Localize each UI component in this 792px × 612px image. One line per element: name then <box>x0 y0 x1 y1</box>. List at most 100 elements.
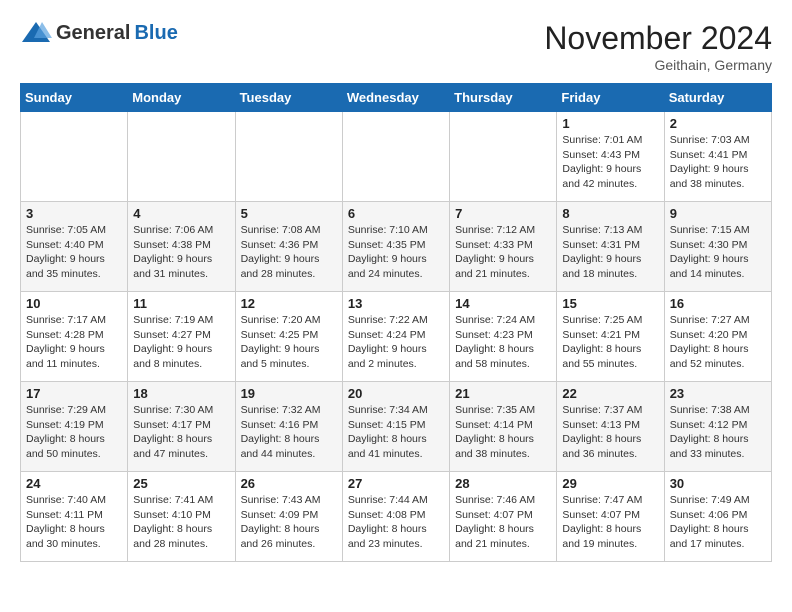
col-thursday: Thursday <box>450 84 557 112</box>
day-number: 11 <box>133 296 229 311</box>
logo-icon <box>20 20 52 46</box>
calendar-cell: 3 Sunrise: 7:05 AM Sunset: 4:40 PM Daylig… <box>21 202 128 292</box>
day-info: Sunrise: 7:29 AM Sunset: 4:19 PM Dayligh… <box>26 403 122 462</box>
calendar-cell: 13 Sunrise: 7:22 AM Sunset: 4:24 PM Dayli… <box>342 292 449 382</box>
day-info: Sunrise: 7:34 AM Sunset: 4:15 PM Dayligh… <box>348 403 444 462</box>
day-number: 9 <box>670 206 766 221</box>
day-number: 18 <box>133 386 229 401</box>
day-number: 5 <box>241 206 337 221</box>
day-info: Sunrise: 7:44 AM Sunset: 4:08 PM Dayligh… <box>348 493 444 552</box>
calendar-cell: 7 Sunrise: 7:12 AM Sunset: 4:33 PM Daylig… <box>450 202 557 292</box>
day-number: 14 <box>455 296 551 311</box>
day-number: 1 <box>562 116 658 131</box>
calendar-cell: 30Sunrise: 7:49 AM Sunset: 4:06 PM Dayli… <box>664 472 771 562</box>
day-info: Sunrise: 7:24 AM Sunset: 4:23 PM Dayligh… <box>455 313 551 372</box>
day-number: 28 <box>455 476 551 491</box>
day-info: Sunrise: 7:08 AM Sunset: 4:36 PM Dayligh… <box>241 223 337 282</box>
calendar-cell: 5 Sunrise: 7:08 AM Sunset: 4:36 PM Daylig… <box>235 202 342 292</box>
calendar-cell: 25Sunrise: 7:41 AM Sunset: 4:10 PM Dayli… <box>128 472 235 562</box>
week-row-3: 10Sunrise: 7:17 AM Sunset: 4:28 PM Dayli… <box>21 292 772 382</box>
calendar-cell: 14 Sunrise: 7:24 AM Sunset: 4:23 PM Dayli… <box>450 292 557 382</box>
calendar-cell: 28 Sunrise: 7:46 AM Sunset: 4:07 PM Dayli… <box>450 472 557 562</box>
day-number: 7 <box>455 206 551 221</box>
day-number: 3 <box>26 206 122 221</box>
col-tuesday: Tuesday <box>235 84 342 112</box>
calendar-cell: 15 Sunrise: 7:25 AM Sunset: 4:21 PM Dayli… <box>557 292 664 382</box>
calendar-cell: 22Sunrise: 7:37 AM Sunset: 4:13 PM Dayli… <box>557 382 664 472</box>
day-number: 23 <box>670 386 766 401</box>
col-wednesday: Wednesday <box>342 84 449 112</box>
day-info: Sunrise: 7:47 AM Sunset: 4:07 PM Dayligh… <box>562 493 658 552</box>
day-info: Sunrise: 7:01 AM Sunset: 4:43 PM Dayligh… <box>562 133 658 192</box>
week-row-5: 24 Sunrise: 7:40 AM Sunset: 4:11 PM Dayli… <box>21 472 772 562</box>
calendar-header-row: Sunday Monday Tuesday Wednesday Thursday… <box>21 84 772 112</box>
day-number: 24 <box>26 476 122 491</box>
calendar-cell <box>128 112 235 202</box>
calendar-cell: 16Sunrise: 7:27 AM Sunset: 4:20 PM Dayli… <box>664 292 771 382</box>
day-info: Sunrise: 7:27 AM Sunset: 4:20 PM Dayligh… <box>670 313 766 372</box>
title-block: November 2024 Geithain, Germany <box>544 20 772 73</box>
calendar-cell: 17 Sunrise: 7:29 AM Sunset: 4:19 PM Dayli… <box>21 382 128 472</box>
day-info: Sunrise: 7:49 AM Sunset: 4:06 PM Dayligh… <box>670 493 766 552</box>
day-number: 15 <box>562 296 658 311</box>
day-info: Sunrise: 7:22 AM Sunset: 4:24 PM Dayligh… <box>348 313 444 372</box>
calendar-cell: 1 Sunrise: 7:01 AM Sunset: 4:43 PM Daylig… <box>557 112 664 202</box>
week-row-2: 3 Sunrise: 7:05 AM Sunset: 4:40 PM Daylig… <box>21 202 772 292</box>
week-row-1: 1 Sunrise: 7:01 AM Sunset: 4:43 PM Daylig… <box>21 112 772 202</box>
day-number: 26 <box>241 476 337 491</box>
day-info: Sunrise: 7:06 AM Sunset: 4:38 PM Dayligh… <box>133 223 229 282</box>
calendar-cell <box>342 112 449 202</box>
calendar-cell: 9Sunrise: 7:15 AM Sunset: 4:30 PM Daylig… <box>664 202 771 292</box>
day-info: Sunrise: 7:12 AM Sunset: 4:33 PM Dayligh… <box>455 223 551 282</box>
calendar-cell: 6 Sunrise: 7:10 AM Sunset: 4:35 PM Daylig… <box>342 202 449 292</box>
day-info: Sunrise: 7:37 AM Sunset: 4:13 PM Dayligh… <box>562 403 658 462</box>
day-info: Sunrise: 7:03 AM Sunset: 4:41 PM Dayligh… <box>670 133 766 192</box>
day-number: 20 <box>348 386 444 401</box>
calendar-cell <box>21 112 128 202</box>
calendar-cell <box>235 112 342 202</box>
logo-text-general: General <box>56 22 130 45</box>
day-info: Sunrise: 7:46 AM Sunset: 4:07 PM Dayligh… <box>455 493 551 552</box>
col-friday: Friday <box>557 84 664 112</box>
day-info: Sunrise: 7:40 AM Sunset: 4:11 PM Dayligh… <box>26 493 122 552</box>
day-number: 13 <box>348 296 444 311</box>
day-number: 4 <box>133 206 229 221</box>
day-info: Sunrise: 7:30 AM Sunset: 4:17 PM Dayligh… <box>133 403 229 462</box>
logo: GeneralBlue <box>20 20 178 46</box>
day-info: Sunrise: 7:05 AM Sunset: 4:40 PM Dayligh… <box>26 223 122 282</box>
day-number: 29 <box>562 476 658 491</box>
calendar-cell: 24 Sunrise: 7:40 AM Sunset: 4:11 PM Dayli… <box>21 472 128 562</box>
calendar-cell: 18 Sunrise: 7:30 AM Sunset: 4:17 PM Dayli… <box>128 382 235 472</box>
day-number: 19 <box>241 386 337 401</box>
day-number: 8 <box>562 206 658 221</box>
calendar-cell: 19Sunrise: 7:32 AM Sunset: 4:16 PM Dayli… <box>235 382 342 472</box>
day-number: 10 <box>26 296 122 311</box>
calendar-table: Sunday Monday Tuesday Wednesday Thursday… <box>20 83 772 562</box>
calendar-cell: 21Sunrise: 7:35 AM Sunset: 4:14 PM Dayli… <box>450 382 557 472</box>
calendar-cell: 8 Sunrise: 7:13 AM Sunset: 4:31 PM Daylig… <box>557 202 664 292</box>
day-info: Sunrise: 7:19 AM Sunset: 4:27 PM Dayligh… <box>133 313 229 372</box>
calendar-cell: 29 Sunrise: 7:47 AM Sunset: 4:07 PM Dayli… <box>557 472 664 562</box>
calendar-cell: 20 Sunrise: 7:34 AM Sunset: 4:15 PM Dayli… <box>342 382 449 472</box>
day-info: Sunrise: 7:13 AM Sunset: 4:31 PM Dayligh… <box>562 223 658 282</box>
day-number: 17 <box>26 386 122 401</box>
page-header: GeneralBlue November 2024 Geithain, Germ… <box>20 20 772 73</box>
location: Geithain, Germany <box>544 57 772 73</box>
col-saturday: Saturday <box>664 84 771 112</box>
calendar-cell: 12Sunrise: 7:20 AM Sunset: 4:25 PM Dayli… <box>235 292 342 382</box>
col-sunday: Sunday <box>21 84 128 112</box>
day-number: 25 <box>133 476 229 491</box>
calendar-cell: 4 Sunrise: 7:06 AM Sunset: 4:38 PM Daylig… <box>128 202 235 292</box>
day-info: Sunrise: 7:25 AM Sunset: 4:21 PM Dayligh… <box>562 313 658 372</box>
logo-text-blue: Blue <box>134 22 177 45</box>
calendar-cell: 10Sunrise: 7:17 AM Sunset: 4:28 PM Dayli… <box>21 292 128 382</box>
day-number: 6 <box>348 206 444 221</box>
day-info: Sunrise: 7:10 AM Sunset: 4:35 PM Dayligh… <box>348 223 444 282</box>
week-row-4: 17 Sunrise: 7:29 AM Sunset: 4:19 PM Dayli… <box>21 382 772 472</box>
day-number: 27 <box>348 476 444 491</box>
calendar-cell: 27 Sunrise: 7:44 AM Sunset: 4:08 PM Dayli… <box>342 472 449 562</box>
calendar-cell: 11 Sunrise: 7:19 AM Sunset: 4:27 PM Dayli… <box>128 292 235 382</box>
col-monday: Monday <box>128 84 235 112</box>
day-info: Sunrise: 7:38 AM Sunset: 4:12 PM Dayligh… <box>670 403 766 462</box>
calendar-cell <box>450 112 557 202</box>
